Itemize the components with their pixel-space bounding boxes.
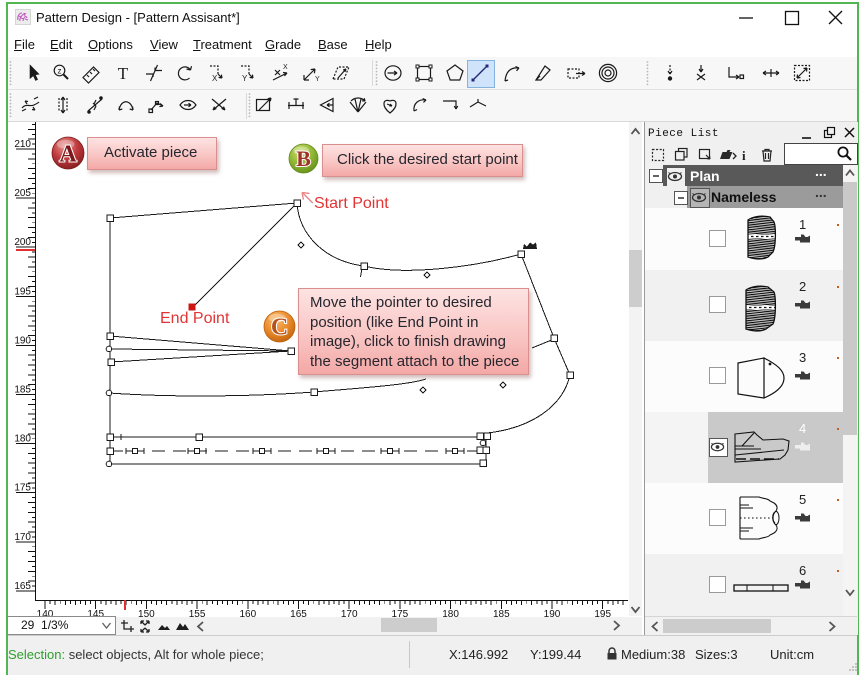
svg-text:i: i — [742, 148, 746, 163]
svg-text:185: 185 — [14, 385, 31, 396]
svg-text:190: 190 — [14, 335, 31, 346]
svg-text:165: 165 — [14, 581, 31, 592]
svg-text:B: B — [296, 146, 311, 171]
svg-text:210: 210 — [14, 139, 31, 150]
svg-text:205: 205 — [14, 188, 31, 199]
svg-text:170: 170 — [14, 532, 31, 543]
svg-text:180: 180 — [14, 434, 31, 445]
svg-text:175: 175 — [14, 483, 31, 494]
svg-text:195: 195 — [14, 286, 31, 297]
svg-text:C: C — [270, 314, 287, 340]
svg-text:200: 200 — [14, 237, 31, 248]
svg-text:A: A — [59, 141, 77, 167]
